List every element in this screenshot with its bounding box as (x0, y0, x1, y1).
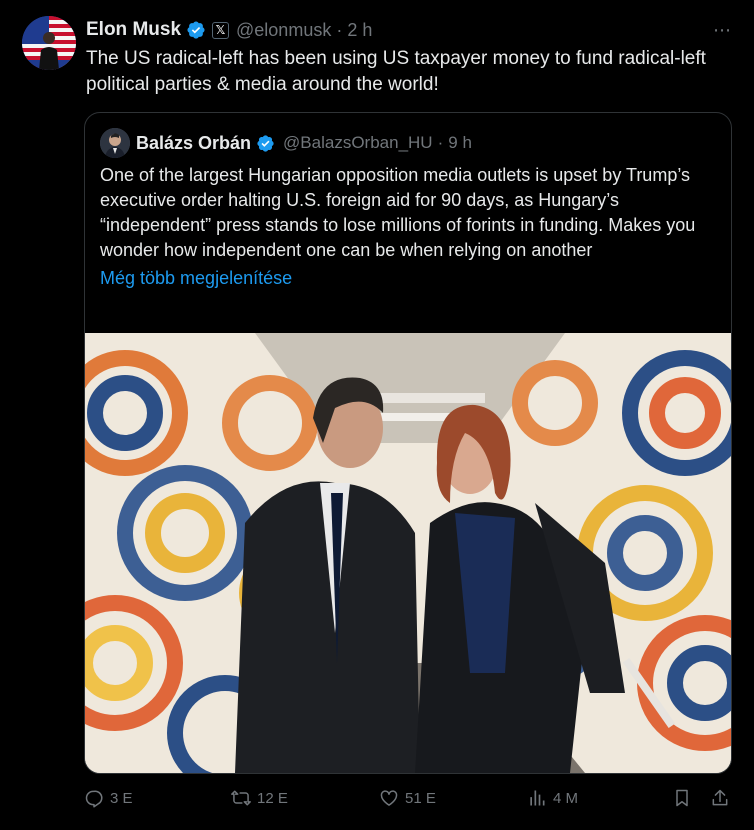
author-avatar[interactable] (22, 16, 76, 70)
verified-badge-icon (187, 21, 205, 39)
verified-badge-icon (257, 134, 274, 152)
quoted-post-header: Balázs Orbán @BalazsOrban_HU · 9 h (136, 132, 472, 154)
quoted-author-handle[interactable]: @BalazsOrban_HU (283, 133, 433, 153)
quoted-author-name[interactable]: Balázs Orbán (136, 133, 251, 154)
analytics-icon (530, 790, 545, 806)
bookmark-button[interactable] (672, 788, 692, 808)
share-button[interactable] (710, 788, 730, 808)
repost-icon (231, 790, 251, 806)
quoted-post-time[interactable]: 9 h (448, 133, 472, 153)
quoted-post-photo[interactable] (85, 333, 731, 773)
like-count: 51 E (405, 789, 436, 807)
reply-icon (85, 790, 103, 808)
quoted-post[interactable]: Balázs Orbán @BalazsOrban_HU · 9 h One o… (84, 112, 732, 774)
post-header: Elon Musk 𝕏 @elonmusk · 2 h (86, 18, 372, 42)
repost-button[interactable]: 12 E (231, 788, 288, 808)
share-icon (712, 789, 728, 806)
x-affiliation-icon: 𝕏 (212, 21, 230, 39)
post-text: The US radical-left has been using US ta… (86, 48, 706, 95)
reply-count: 3 E (110, 789, 133, 807)
show-more-link[interactable]: Még több megjelenítése (100, 266, 715, 291)
author-handle[interactable]: @elonmusk (236, 20, 331, 41)
bookmark-icon (676, 789, 688, 807)
view-count: 4 M (553, 789, 579, 807)
reply-button[interactable]: 3 E (84, 788, 133, 808)
heart-icon (380, 790, 398, 806)
views-button[interactable]: 4 M (527, 788, 578, 808)
action-bar: 3 E 12 E 51 E 4 M (84, 788, 734, 816)
separator-dot: · (336, 19, 343, 40)
quoted-post-text: One of the largest Hungarian opposition … (100, 165, 696, 260)
quoted-author-avatar[interactable] (100, 128, 130, 158)
quoted-post-text-block: One of the largest Hungarian opposition … (100, 163, 715, 291)
more-options-icon[interactable]: ⋯ (713, 20, 732, 41)
author-name[interactable]: Elon Musk (86, 19, 181, 41)
like-button[interactable]: 51 E (379, 788, 436, 808)
separator-dot: · (437, 133, 444, 152)
post-time[interactable]: 2 h (347, 20, 372, 41)
repost-count: 12 E (257, 789, 288, 807)
